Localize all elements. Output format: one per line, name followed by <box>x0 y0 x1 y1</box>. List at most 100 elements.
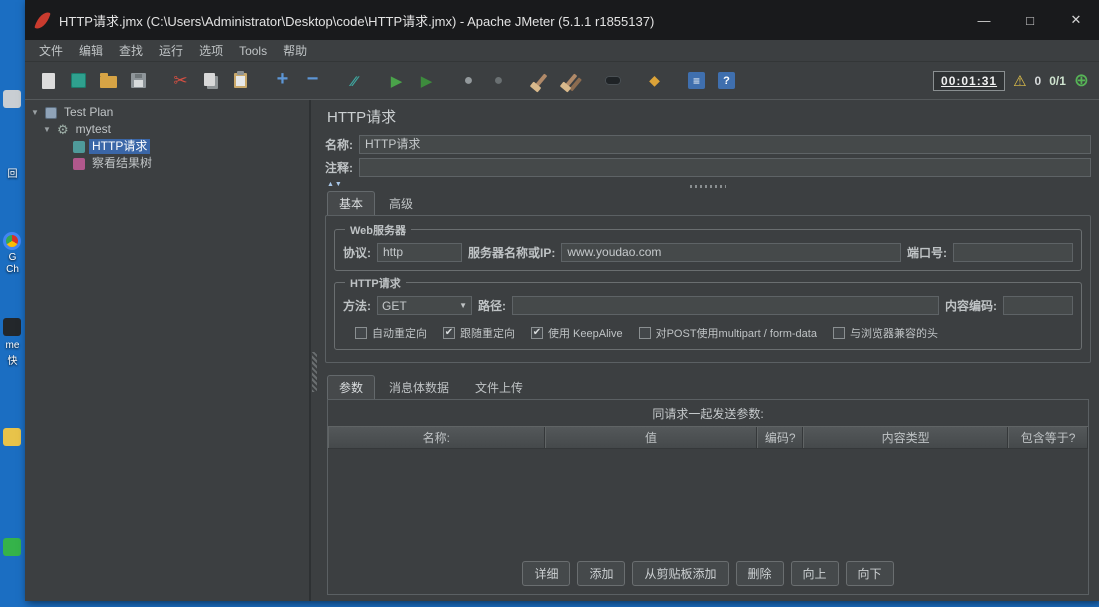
col-include-equals[interactable]: 包含等于? <box>1008 427 1088 448</box>
maximize-button[interactable]: □ <box>1007 0 1053 40</box>
checkbox-box[interactable] <box>355 327 367 339</box>
comment-field[interactable] <box>359 158 1091 177</box>
chrome-icon[interactable] <box>3 232 21 250</box>
expander-icon[interactable]: ▼ <box>31 108 41 117</box>
desktop-icon[interactable] <box>3 538 21 556</box>
tree-main-splitter[interactable] <box>310 100 317 601</box>
desktop-icon-label[interactable]: Ch <box>0 264 25 275</box>
desktop-background: 回 G Ch me 快 HTTP请求.jmx (C:\Users\Adminis… <box>0 0 1099 607</box>
tree-item-mytest[interactable]: ▼ ⚙ mytest <box>25 121 309 138</box>
splitter-grip[interactable] <box>312 352 317 392</box>
path-field[interactable] <box>512 296 939 315</box>
name-field[interactable]: HTTP请求 <box>359 135 1091 154</box>
tab-basic[interactable]: 基本 <box>327 191 376 215</box>
parameters-table-panel: 同请求一起发送参数: 名称: 值 编码? 内容类型 包含等于? 详细 添加 从剪… <box>327 399 1089 595</box>
encoding-field[interactable] <box>1003 296 1073 315</box>
jmeter-logo-icon <box>34 9 51 31</box>
protocol-field[interactable]: http <box>377 243 462 262</box>
cut-icon[interactable]: ✂ <box>167 67 194 94</box>
menu-file[interactable]: 文件 <box>31 40 71 61</box>
expander-icon[interactable]: ▼ <box>43 125 53 134</box>
col-value[interactable]: 值 <box>544 427 758 448</box>
menu-search[interactable]: 查找 <box>111 40 151 61</box>
start-no-timers-icon[interactable]: ▶ <box>413 67 440 94</box>
tree-item-http-request[interactable]: HTTP请求 <box>25 138 309 155</box>
tab-advanced[interactable]: 高级 <box>377 191 425 215</box>
delete-button[interactable]: 删除 <box>735 561 784 586</box>
checkbox-box[interactable] <box>531 327 543 339</box>
checkbox-box[interactable] <box>443 327 455 339</box>
menu-edit[interactable]: 编辑 <box>71 40 111 61</box>
clear-icon[interactable] <box>527 67 554 94</box>
checkbox-box[interactable] <box>638 327 651 339</box>
menu-help[interactable]: 帮助 <box>275 40 315 61</box>
menu-tools[interactable]: Tools <box>231 42 275 60</box>
chevron-down-icon: ▼ <box>459 301 467 310</box>
add-button[interactable]: 添加 <box>577 561 626 586</box>
form-splitter[interactable]: ▲▼ <box>325 181 1091 191</box>
desktop-icon[interactable] <box>3 428 21 446</box>
function-helper-icon[interactable]: ≡ <box>683 67 710 94</box>
col-name[interactable]: 名称: <box>328 427 545 448</box>
log-warning-icon[interactable]: ⚠ <box>1013 72 1026 90</box>
paste-icon[interactable] <box>227 67 254 94</box>
templates-icon[interactable] <box>65 67 92 94</box>
tree-item-test-plan[interactable]: ▼ Test Plan <box>25 104 309 121</box>
request-options: 自动重定向 跟随重定向 使用 KeepAlive <box>343 325 1073 341</box>
open-file-icon[interactable] <box>95 67 122 94</box>
down-button[interactable]: 向下 <box>845 561 894 586</box>
checkbox-auto-redirect[interactable]: 自动重定向 <box>355 325 427 341</box>
tab-body-data[interactable]: 消息体数据 <box>377 375 461 399</box>
stop-icon[interactable]: ● <box>455 67 482 94</box>
add-element-icon[interactable]: + <box>269 67 296 94</box>
checkbox-multipart[interactable]: 对POST使用multipart / form-data <box>638 325 817 341</box>
save-icon[interactable] <box>125 67 152 94</box>
splitter-grip[interactable] <box>690 185 726 188</box>
menu-options[interactable]: 选项 <box>191 40 231 61</box>
minimize-button[interactable]: — <box>961 0 1007 40</box>
port-field[interactable] <box>953 243 1073 262</box>
checkbox-label: 对POST使用multipart / form-data <box>655 328 817 340</box>
clear-all-icon[interactable] <box>557 67 584 94</box>
active-threads-icon: ⊕ <box>1073 70 1089 90</box>
desktop-icon-label[interactable]: 回 <box>0 165 25 180</box>
server-field[interactable]: www.youdao.com <box>561 243 901 262</box>
desktop-icon[interactable] <box>3 318 21 336</box>
tree-item-label: 察看结果树 <box>92 156 153 170</box>
add-from-clipboard-button[interactable]: 从剪贴板添加 <box>632 561 729 586</box>
start-icon[interactable]: ▶ <box>383 67 410 94</box>
tab-parameters[interactable]: 参数 <box>327 375 376 399</box>
desktop-icon-label[interactable]: 快 <box>0 352 25 367</box>
name-label: 名称: <box>325 138 353 152</box>
checkbox-follow-redirects[interactable]: 跟随重定向 <box>443 325 515 341</box>
params-table-body[interactable] <box>328 449 1088 554</box>
search-icon[interactable] <box>599 67 626 94</box>
checkbox-box[interactable] <box>832 327 845 339</box>
splitter-collapse-buttons[interactable]: ▲▼ <box>327 181 343 188</box>
up-button[interactable]: 向上 <box>790 561 839 586</box>
copy-icon[interactable] <box>197 67 224 94</box>
help-icon[interactable]: ? <box>713 67 740 94</box>
tab-files-upload[interactable]: 文件上传 <box>463 375 535 399</box>
method-select[interactable]: GET ▼ <box>377 296 472 315</box>
parameter-tabs: 参数 消息体数据 文件上传 <box>327 375 1091 399</box>
toggle-element-icon[interactable]: ∕∕ <box>341 67 368 94</box>
desktop-icon[interactable] <box>3 90 21 108</box>
http-request-group: HTTP请求 方法: GET ▼ 路径: 内容编码: 自动重定向 ✔ 跟随重定向… <box>334 275 1082 350</box>
http-request-legend: HTTP请求 <box>345 275 406 291</box>
tree-item-view-results-tree[interactable]: 察看结果树 <box>25 155 309 172</box>
new-file-icon[interactable] <box>35 67 62 94</box>
search-reset-icon[interactable]: ◆ <box>641 67 668 94</box>
menu-run[interactable]: 运行 <box>151 40 191 61</box>
close-button[interactable]: ✕ <box>1053 0 1099 40</box>
title-bar[interactable]: HTTP请求.jmx (C:\Users\Administrator\Deskt… <box>25 0 1099 40</box>
detail-button[interactable]: 详细 <box>522 561 571 586</box>
desktop-icon-label[interactable]: me <box>0 340 25 351</box>
remove-element-icon[interactable]: − <box>299 67 326 94</box>
checkbox-browser-headers[interactable]: 与浏览器兼容的头 <box>832 325 938 341</box>
desktop-icon-label[interactable]: G <box>0 252 25 263</box>
shutdown-icon[interactable]: ● <box>485 67 512 94</box>
col-encode[interactable]: 编码? <box>757 427 803 448</box>
checkbox-keepalive[interactable]: 使用 KeepAlive <box>531 325 623 341</box>
col-content-type[interactable]: 内容类型 <box>802 427 1009 448</box>
